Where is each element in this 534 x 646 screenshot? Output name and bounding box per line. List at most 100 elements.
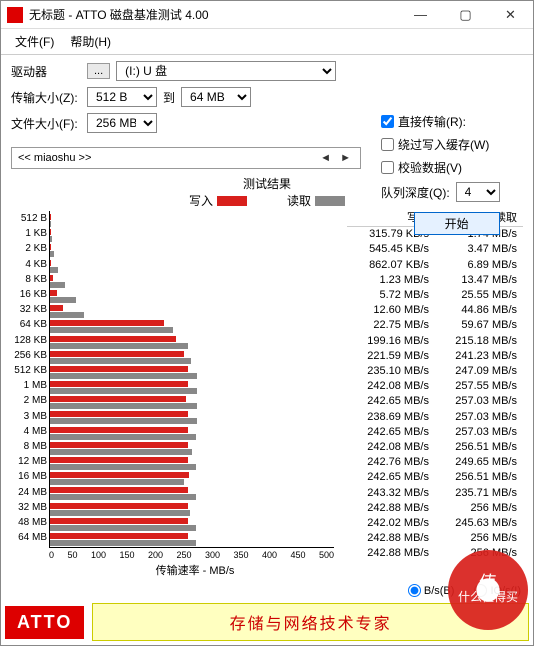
read-swatch-icon: [315, 196, 345, 206]
write-bar: [50, 366, 188, 372]
write-value: 1.23 MB/s: [347, 273, 435, 288]
y-tick: 8 MB: [11, 439, 47, 454]
read-bar: [50, 327, 173, 333]
legend-read-label: 读取: [287, 192, 311, 209]
maximize-button[interactable]: ▢: [443, 1, 488, 29]
read-bar: [50, 236, 52, 242]
write-value: 12.60 MB/s: [347, 303, 435, 318]
read-bar: [50, 343, 188, 349]
bar-row: [50, 259, 334, 274]
file-size-select[interactable]: 256 MB: [87, 113, 157, 133]
queue-depth-select[interactable]: 4: [456, 182, 500, 202]
y-tick: 512 B: [11, 211, 47, 226]
y-tick: 8 KB: [11, 272, 47, 287]
write-bar: [50, 503, 188, 509]
menubar: 文件(F) 帮助(H): [1, 29, 533, 55]
read-bar: [50, 358, 191, 364]
read-value: 215.18 MB/s: [435, 334, 523, 349]
bar-row: [50, 213, 334, 228]
bar-row: [50, 502, 334, 517]
write-bar: [50, 411, 188, 417]
write-value: 199.16 MB/s: [347, 334, 435, 349]
bar-row: [50, 350, 334, 365]
bar-row: [50, 289, 334, 304]
table-row: 238.69 MB/s257.03 MB/s: [347, 410, 523, 425]
write-value: 242.08 MB/s: [347, 440, 435, 455]
start-button[interactable]: 开始: [414, 212, 500, 235]
app-icon: [7, 7, 23, 23]
y-tick: 4 KB: [11, 257, 47, 272]
table-row: 242.65 MB/s257.03 MB/s: [347, 425, 523, 440]
x-tick: 500: [319, 550, 334, 560]
direct-io-checkbox[interactable]: 直接传输(R):: [381, 113, 500, 130]
write-swatch-icon: [217, 196, 247, 206]
read-bar: [50, 312, 84, 318]
browse-button[interactable]: ...: [87, 63, 110, 79]
write-value: 242.76 MB/s: [347, 455, 435, 470]
read-bar: [50, 449, 192, 455]
y-tick: 256 KB: [11, 348, 47, 363]
read-value: 241.23 MB/s: [435, 349, 523, 364]
y-tick: 2 KB: [11, 241, 47, 256]
y-tick: 64 MB: [11, 530, 47, 545]
bar-row: [50, 410, 334, 425]
bypass-cache-checkbox[interactable]: 绕过写入缓存(W): [381, 136, 500, 153]
y-tick: 16 MB: [11, 469, 47, 484]
write-bar: [50, 275, 53, 281]
write-value: 242.88 MB/s: [347, 531, 435, 546]
write-value: 221.59 MB/s: [347, 349, 435, 364]
x-tick: 150: [119, 550, 134, 560]
read-value: 257.03 MB/s: [435, 394, 523, 409]
menu-file[interactable]: 文件(F): [7, 31, 62, 52]
read-bar: [50, 540, 196, 546]
transfer-to-select[interactable]: 64 MB: [181, 87, 251, 107]
read-value: 257.03 MB/s: [435, 410, 523, 425]
x-tick: 450: [290, 550, 305, 560]
write-bar: [50, 487, 188, 493]
desc-next-button[interactable]: ►: [337, 152, 354, 164]
write-bar: [50, 427, 188, 433]
verify-checkbox[interactable]: 校验数据(V): [381, 159, 500, 176]
bar-row: [50, 274, 334, 289]
drive-select[interactable]: (I:) U 盘: [116, 61, 336, 81]
write-bar: [50, 518, 188, 524]
write-bar: [50, 320, 164, 326]
read-value: 256 MB/s: [435, 531, 523, 546]
chart: 512 B1 KB2 KB4 KB8 KB16 KB32 KB64 KB128 …: [11, 211, 341, 578]
read-bar: [50, 373, 197, 379]
read-bar: [50, 297, 76, 303]
table-row: 1.23 MB/s13.47 MB/s: [347, 273, 523, 288]
write-bar: [50, 305, 63, 311]
table-row: 242.08 MB/s257.55 MB/s: [347, 379, 523, 394]
y-tick: 64 KB: [11, 317, 47, 332]
read-value: 235.71 MB/s: [435, 486, 523, 501]
read-bar: [50, 221, 51, 227]
close-button[interactable]: ✕: [488, 1, 533, 29]
read-value: 249.65 MB/s: [435, 455, 523, 470]
bar-row: [50, 304, 334, 319]
y-tick: 2 MB: [11, 393, 47, 408]
read-value: 6.89 MB/s: [435, 258, 523, 273]
y-tick: 32 MB: [11, 500, 47, 515]
read-bar: [50, 251, 54, 257]
read-value: 257.55 MB/s: [435, 379, 523, 394]
minimize-button[interactable]: —: [398, 1, 443, 29]
write-value: 238.69 MB/s: [347, 410, 435, 425]
read-value: 13.47 MB/s: [435, 273, 523, 288]
transfer-from-select[interactable]: 512 B: [87, 87, 157, 107]
x-tick: 0: [49, 550, 54, 560]
table-row: 545.45 KB/s3.47 MB/s: [347, 242, 523, 257]
y-tick: 24 MB: [11, 485, 47, 500]
menu-help[interactable]: 帮助(H): [62, 31, 119, 52]
write-value: 242.88 MB/s: [347, 501, 435, 516]
table-row: 221.59 MB/s241.23 MB/s: [347, 349, 523, 364]
bar-row: [50, 517, 334, 532]
read-value: 256.51 MB/s: [435, 440, 523, 455]
write-bar: [50, 533, 188, 539]
bar-row: [50, 471, 334, 486]
bar-row: [50, 335, 334, 350]
table-row: 242.76 MB/s249.65 MB/s: [347, 455, 523, 470]
desc-prev-button[interactable]: ◄: [317, 152, 334, 164]
write-bar: [50, 396, 186, 402]
table-row: 5.72 MB/s25.55 MB/s: [347, 288, 523, 303]
